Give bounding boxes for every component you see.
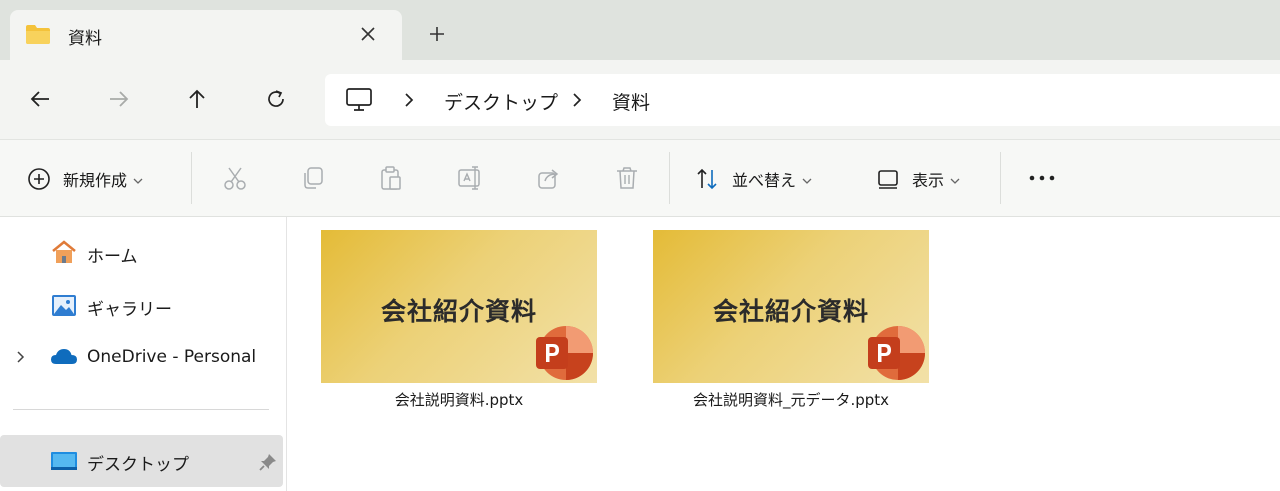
folder-icon: [25, 23, 51, 45]
chevron-down-icon: [802, 170, 812, 189]
share-icon[interactable]: [535, 164, 563, 192]
monitor-icon[interactable]: [345, 87, 373, 113]
desktop-icon: [50, 448, 78, 474]
refresh-icon[interactable]: [261, 84, 291, 114]
sidebar-item-label: ホーム: [87, 247, 138, 267]
breadcrumb-shiryo[interactable]: 資料: [612, 88, 650, 115]
home-icon: [50, 239, 78, 265]
pin-icon[interactable]: [258, 452, 278, 472]
powerpoint-icon: [862, 325, 926, 381]
tab-shiryo[interactable]: 資料: [10, 10, 402, 60]
file-name: 会社説明資料.pptx: [394, 391, 524, 409]
close-icon[interactable]: [356, 22, 380, 46]
chevron-right-icon[interactable]: [402, 91, 416, 109]
powerpoint-icon: [530, 325, 594, 381]
arrow-up-icon[interactable]: [182, 84, 212, 114]
plus-circle-icon: [25, 165, 53, 193]
delete-icon[interactable]: [613, 164, 641, 192]
sidebar-item-desktop[interactable]: デスクトップ: [0, 435, 283, 487]
navigation-bar: デスクトップ 資料: [0, 60, 1280, 140]
cut-icon[interactable]: [221, 164, 249, 192]
sidebar-item-gallery[interactable]: ギャラリー: [0, 285, 285, 325]
navigation-pane: ホーム ギャラリー OneDrive - Personal デスクトップ: [0, 217, 287, 491]
file-thumbnail[interactable]: 会社紹介資料: [321, 230, 597, 383]
address-bar[interactable]: デスクトップ 資料: [325, 74, 1280, 126]
view-icon: [874, 165, 902, 193]
chevron-down-icon: [950, 170, 960, 189]
file-item[interactable]: 会社紹介資料 会社説明資料_元データ.pptx: [653, 230, 929, 410]
copy-icon[interactable]: [299, 164, 327, 192]
view-button[interactable]: 表示: [874, 164, 960, 194]
command-bar: 新規作成 並べ替え 表示: [0, 140, 1280, 217]
sidebar-item-label: OneDrive - Personal: [87, 347, 257, 367]
file-item[interactable]: 会社紹介資料 会社説明資料.pptx: [321, 230, 597, 410]
sidebar-item-onedrive[interactable]: OneDrive - Personal: [0, 337, 285, 377]
sidebar-item-home[interactable]: ホーム: [0, 232, 285, 272]
arrow-left-icon[interactable]: [25, 84, 55, 114]
tab-strip: 資料: [0, 0, 1280, 60]
sidebar-item-label: ギャラリー: [87, 300, 172, 320]
chevron-right-icon[interactable]: [570, 91, 584, 109]
sort-button[interactable]: 並べ替え: [694, 164, 812, 194]
toolbar-divider: [191, 152, 192, 204]
toolbar-divider: [669, 152, 670, 204]
file-name: 会社説明資料_元データ.pptx: [692, 391, 890, 409]
tab-title: 資料: [68, 29, 102, 49]
file-thumbnail[interactable]: 会社紹介資料: [653, 230, 929, 383]
gallery-icon: [50, 292, 78, 318]
sort-button-label: 並べ替え: [732, 171, 797, 190]
chevron-down-icon: [133, 170, 143, 189]
cloud-icon: [50, 344, 78, 370]
breadcrumb-desktop[interactable]: デスクトップ: [444, 88, 558, 115]
sort-icon: [694, 165, 722, 193]
sidebar-item-label: デスクトップ: [87, 455, 189, 475]
rename-icon[interactable]: [456, 164, 484, 192]
paste-icon[interactable]: [377, 164, 405, 192]
toolbar-divider: [1000, 152, 1001, 204]
arrow-right-icon[interactable]: [104, 84, 134, 114]
view-button-label: 表示: [912, 171, 945, 190]
new-button[interactable]: 新規作成: [25, 164, 143, 194]
new-button-label: 新規作成: [63, 171, 128, 190]
chevron-right-icon[interactable]: [16, 349, 30, 365]
thumbnail-text: 会社紹介資料: [712, 297, 869, 326]
sidebar-divider: [13, 409, 269, 410]
more-icon[interactable]: [1028, 164, 1056, 192]
plus-icon[interactable]: [425, 22, 449, 46]
thumbnail-text: 会社紹介資料: [380, 297, 537, 326]
